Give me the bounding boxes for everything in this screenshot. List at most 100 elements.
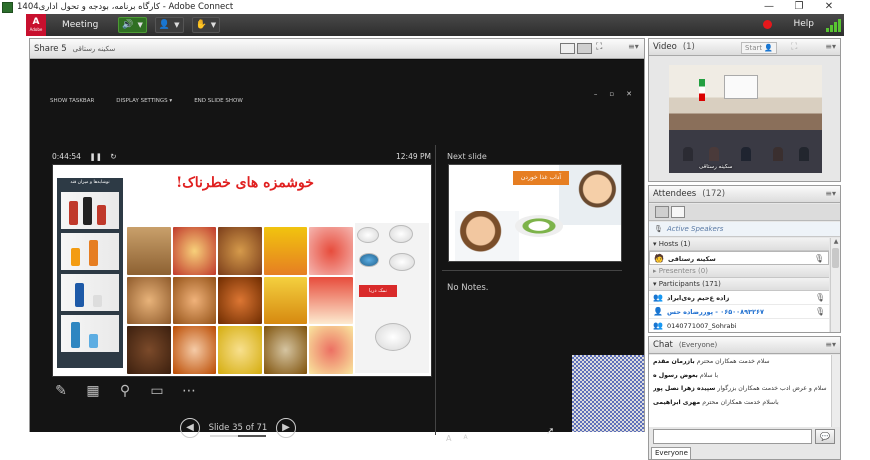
salad-plate-image (515, 215, 563, 237)
sea-salt-label: نمک دریا (359, 285, 397, 297)
notes-divider (442, 270, 622, 271)
webcam-toggle[interactable]: 👤 ▼ (154, 17, 184, 33)
actual-size-view-button[interactable] (577, 43, 592, 54)
current-slide: نوشابه‌ها و میزان قند خوشمزه های خطرناک! (52, 164, 432, 377)
attendee-name: ۰۶۵۰۰۸۹۳۲۶۷ - پوررضا‌ده حس (667, 308, 764, 316)
window-title: کارگاه برنامه، بودجه و تحول اداری1404 - … (17, 2, 234, 12)
attendee-row-host[interactable]: 🧑 سکینه رستاقی 🎙 (649, 251, 829, 265)
close-button[interactable]: ✕ (814, 0, 844, 14)
group-hosts[interactable]: ▾ Hosts (1) (649, 238, 829, 251)
start-webcam-label: Start (745, 44, 763, 52)
start-webcam-button[interactable]: Start 👤 (741, 42, 778, 54)
chat-pod-header: Chat (Everyone) ≡▾ (649, 337, 840, 354)
slide-progress-bar (210, 435, 266, 437)
drink-image (61, 274, 119, 311)
send-message-button[interactable]: 💬 (815, 429, 835, 444)
adobe-connect-app-icon (2, 1, 13, 13)
adobe-logo-letter: A (32, 17, 40, 27)
fullscreen-icon[interactable]: ⛶ (791, 42, 797, 52)
pod-options-menu-icon[interactable]: ≡▾ (825, 189, 836, 198)
group-presenters[interactable]: ▸ Presenters (0) (649, 265, 829, 278)
chat-message-sender: بازرمان مقدم (653, 358, 695, 365)
person-icon: 👤 (764, 44, 774, 52)
decrease-font-button[interactable]: A (463, 434, 467, 443)
next-slide-button[interactable]: ▶ (276, 418, 296, 438)
group-participants[interactable]: ▾ Participants (171) (649, 278, 829, 291)
pod-options-menu-icon[interactable]: ≡▾ (825, 42, 836, 51)
minimize-button[interactable]: — (754, 0, 784, 14)
scroll-up-icon[interactable]: ▲ (831, 238, 841, 246)
presenter-minimize-icon[interactable]: – (594, 90, 598, 98)
list-view-icon[interactable] (655, 206, 669, 218)
chat-scrollbar[interactable] (831, 355, 840, 427)
chat-message: سلام خدمت همکاران محترم بازرمان مقدم (653, 357, 827, 367)
maximize-button[interactable]: ❐ (784, 0, 814, 14)
zoom-icon[interactable]: ⚲ (116, 382, 134, 400)
drink-image (61, 315, 119, 352)
active-speakers-row: 🎙 Active Speakers (649, 222, 840, 237)
slide-counter-text: Slide 35 of 71 (208, 423, 268, 433)
pen-icon[interactable]: ✎ (52, 382, 70, 400)
attendee-row[interactable]: 👥 0140771007_Sohrabi (649, 319, 829, 332)
salt-sugar-panel (355, 223, 429, 373)
child-eating-image (455, 211, 519, 261)
share-presenter-name: سکینه رستاقی (72, 44, 116, 53)
hand-icon: ✋ (195, 20, 207, 30)
webcam-name-tag: سکینه رستاقی (699, 164, 733, 170)
flag-image (699, 79, 705, 101)
speaker-toggle[interactable]: 🔊 ▼ (118, 17, 147, 33)
pod-options-menu-icon[interactable]: ≡▾ (628, 42, 639, 51)
app-toolbar: A Adobe Meeting 🔊 ▼ 👤 ▼ ✋ ▼ Help (26, 14, 844, 36)
attendees-view-toolbar (649, 204, 840, 221)
chat-message-text: سلام خدمت همکاران محترم (694, 358, 770, 365)
chat-tab-everyone[interactable]: Everyone (651, 447, 691, 459)
chat-pod-title: Chat (653, 340, 673, 350)
attendee-row[interactable]: 👥 زاده ع‌حیم ره‌ی‌ابراد 🎙 (649, 291, 829, 305)
show-taskbar-button[interactable]: SHOW TASKBAR (50, 98, 94, 104)
slide-navigation: ◀ Slide 35 of 71 ▶ (180, 418, 296, 438)
scrollbar-thumb[interactable] (832, 248, 839, 268)
chat-message-text: باسلام خدمت همکاران محترم (700, 398, 779, 406)
window-title-bar: کارگاه برنامه، بودجه و تحول اداری1404 - … (0, 0, 870, 14)
status-view-icon[interactable] (671, 206, 685, 218)
help-menu[interactable]: Help (793, 19, 814, 29)
attendee-name: 0140771007_Sohrabi (667, 322, 737, 330)
connection-signal-icon (826, 18, 842, 32)
webcam-feed[interactable]: سکینه رستاقی (669, 65, 822, 173)
recording-indicator-icon[interactable] (763, 20, 772, 29)
presenter-window-controls: – ▫ ✕ (594, 90, 632, 98)
attendee-list: ▾ Hosts (1) 🧑 سکینه رستاقی 🎙 ▸ Presenter… (649, 238, 829, 332)
previous-slide-button[interactable]: ◀ (180, 418, 200, 438)
presenter-restore-icon[interactable]: ▫ (609, 90, 614, 98)
fullscreen-icon[interactable]: ⛶ (596, 42, 602, 52)
more-options-icon[interactable]: ⋯ (180, 382, 198, 400)
attendee-count: (172) (702, 189, 726, 199)
notes-text: No Notes. (447, 283, 489, 293)
slide-counter: Slide 35 of 71 (208, 423, 268, 437)
increase-font-button[interactable]: A (446, 434, 451, 443)
attendee-row[interactable]: 👤 ۰۶۵۰۰۸۹۳۲۶۷ - پوررضا‌ده حس 🎙 (649, 305, 829, 319)
attendee-list-scrollbar[interactable]: ▲ (830, 238, 840, 332)
restart-icon[interactable]: ↻ (110, 152, 116, 161)
chevron-down-icon: ▼ (210, 21, 217, 29)
meeting-menu[interactable]: Meeting (62, 20, 98, 30)
raise-hand-toggle[interactable]: ✋ ▼ (191, 17, 221, 33)
projector-screen-image (724, 75, 758, 99)
video-count: (1) (682, 42, 695, 52)
end-slide-show-button[interactable]: END SLIDE SHOW (194, 98, 243, 104)
presenter-close-icon[interactable]: ✕ (626, 90, 632, 98)
pod-options-menu-icon[interactable]: ≡▾ (825, 340, 836, 349)
chat-input[interactable] (653, 429, 812, 444)
timer-value: 0:44:54 (52, 152, 81, 161)
see-all-slides-icon[interactable]: ▦ (84, 382, 102, 400)
next-slide-preview[interactable]: آداب غذا خوردن (448, 164, 622, 262)
next-slide-label: Next slide (447, 152, 487, 161)
display-settings-button[interactable]: DISPLAY SETTINGS ▾ (116, 98, 172, 104)
chevron-down-icon: ▼ (137, 21, 143, 29)
fit-width-view-button[interactable] (560, 43, 575, 54)
video-pod-title: Video (653, 42, 677, 52)
video-area: سکینه رستاقی (649, 57, 840, 181)
shared-screen: SHOW TASKBAR DISPLAY SETTINGS ▾ END SLID… (30, 60, 644, 443)
screen-toggle-icon[interactable]: ▭ (148, 382, 166, 400)
pause-icon[interactable]: ❚❚ (89, 152, 102, 161)
